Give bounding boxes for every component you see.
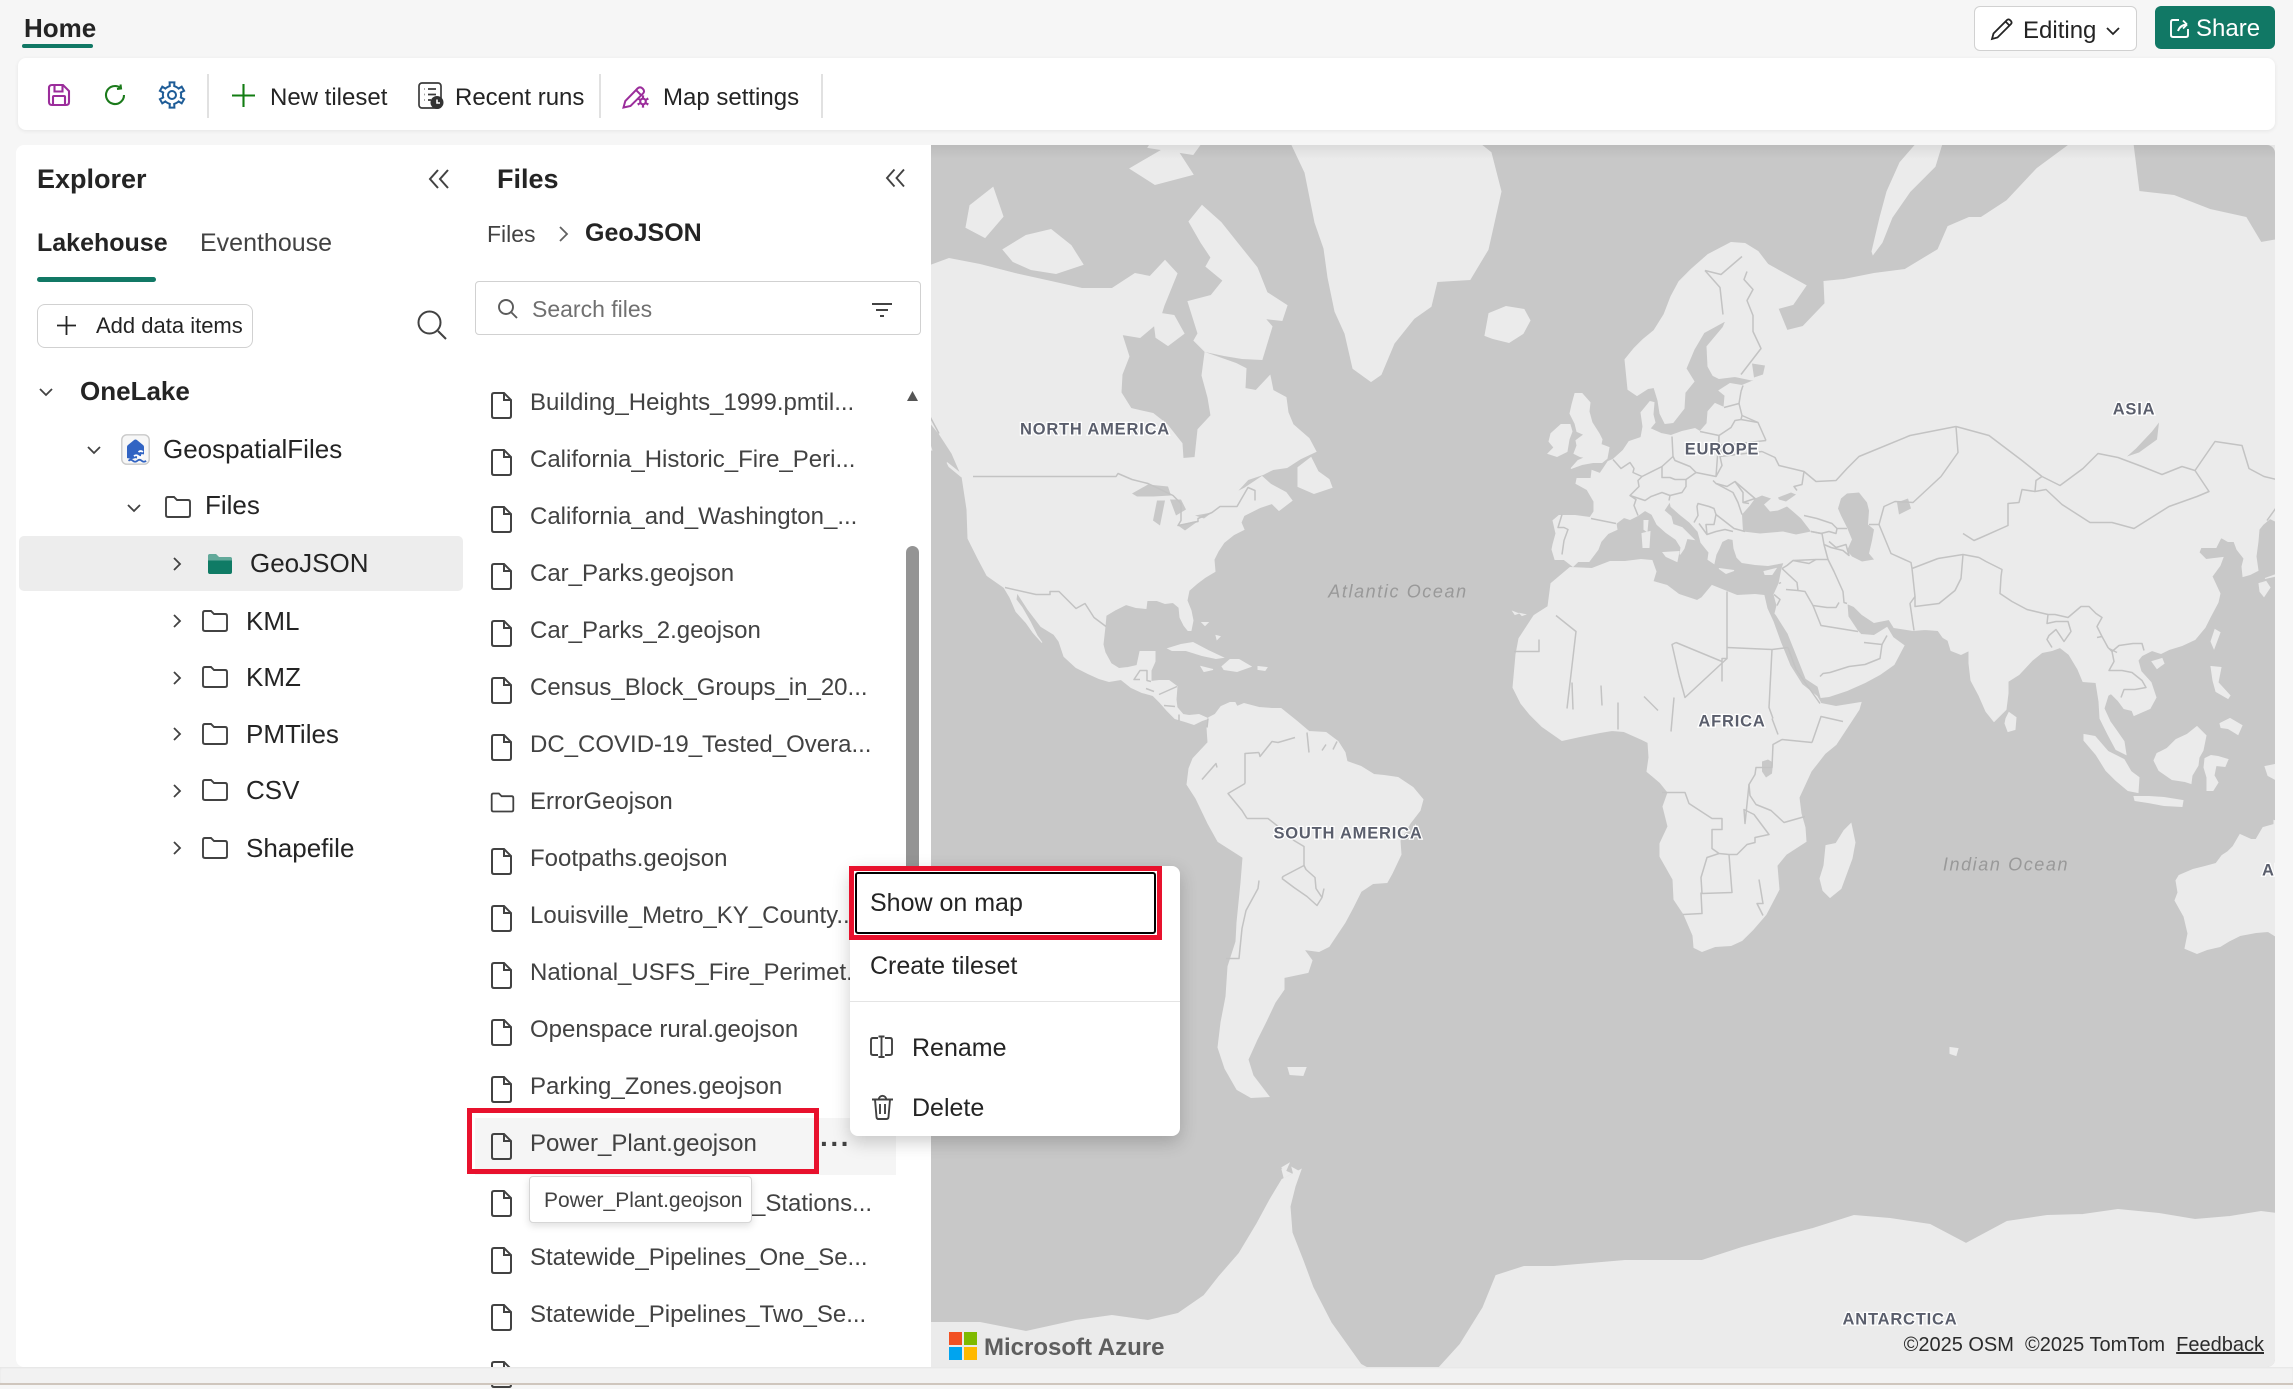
svg-text:EUROPE: EUROPE (1685, 440, 1759, 458)
svg-text:ANTARCTICA: ANTARCTICA (1843, 1310, 1958, 1328)
svg-text:AUSTRALIA: AUSTRALIA (2262, 861, 2275, 879)
svg-text:AFRICA: AFRICA (1698, 712, 1765, 730)
svg-text:SOUTH AMERICA: SOUTH AMERICA (1273, 824, 1422, 842)
svg-text:Indian Ocean: Indian Ocean (1943, 854, 2069, 874)
svg-text:NORTH AMERICA: NORTH AMERICA (1020, 420, 1170, 438)
svg-text:Atlantic Ocean: Atlantic Ocean (1327, 581, 1467, 601)
svg-text:ASIA: ASIA (2113, 400, 2156, 418)
